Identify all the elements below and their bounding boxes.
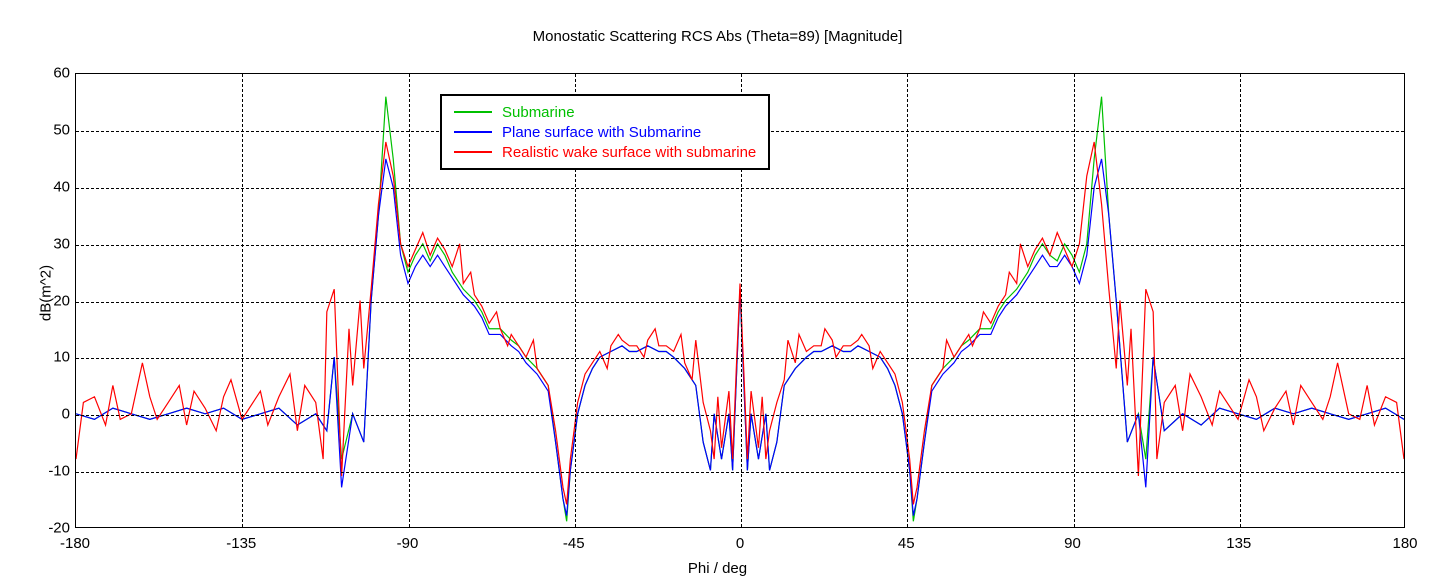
legend-swatch-0 [454, 111, 492, 113]
legend-label-0: Submarine [502, 104, 575, 121]
legend-label-1: Plane surface with Submarine [502, 124, 701, 141]
x-tick: 135 [1226, 535, 1251, 552]
y-tick: 0 [35, 406, 70, 423]
x-tick: 0 [736, 535, 744, 552]
legend-swatch-1 [454, 131, 492, 133]
legend-item-1: Plane surface with Submarine [454, 122, 756, 142]
chart-title: Monostatic Scattering RCS Abs (Theta=89)… [0, 28, 1435, 45]
x-tick: 90 [1064, 535, 1081, 552]
y-tick: 30 [35, 235, 70, 252]
x-tick: -90 [397, 535, 419, 552]
y-tick: 50 [35, 121, 70, 138]
legend-label-2: Realistic wake surface with submarine [502, 144, 756, 161]
legend: Submarine Plane surface with Submarine R… [440, 94, 770, 170]
y-tick: 10 [35, 349, 70, 366]
chart-container: Monostatic Scattering RCS Abs (Theta=89)… [0, 0, 1435, 585]
x-tick: 45 [898, 535, 915, 552]
grid-h [76, 472, 1404, 473]
grid-h [76, 245, 1404, 246]
y-tick: 40 [35, 178, 70, 195]
x-tick: -135 [226, 535, 256, 552]
grid-v [1240, 74, 1241, 527]
legend-item-0: Submarine [454, 102, 756, 122]
grid-h [76, 188, 1404, 189]
y-tick: 20 [35, 292, 70, 309]
grid-h [76, 358, 1404, 359]
x-tick: 180 [1392, 535, 1417, 552]
legend-swatch-2 [454, 151, 492, 153]
x-tick: -180 [60, 535, 90, 552]
y-tick: -20 [35, 520, 70, 537]
grid-h [76, 302, 1404, 303]
y-tick: 60 [35, 65, 70, 82]
grid-v [242, 74, 243, 527]
trace-1 [76, 159, 1404, 516]
y-tick: -10 [35, 463, 70, 480]
trace-2 [76, 142, 1404, 504]
grid-v [409, 74, 410, 527]
grid-v [1074, 74, 1075, 527]
grid-h [76, 415, 1404, 416]
x-axis-label: Phi / deg [0, 560, 1435, 577]
grid-v [907, 74, 908, 527]
x-tick: -45 [563, 535, 585, 552]
legend-item-2: Realistic wake surface with submarine [454, 142, 756, 162]
